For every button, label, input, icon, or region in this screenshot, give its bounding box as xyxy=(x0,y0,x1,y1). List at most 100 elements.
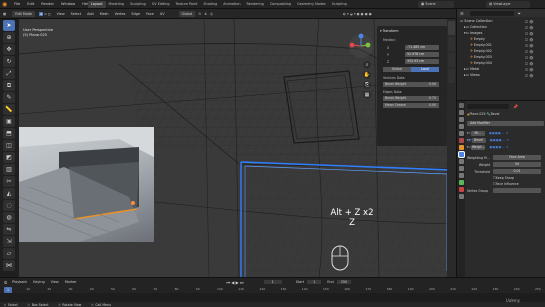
menu-select[interactable]: Select xyxy=(71,12,81,16)
transform-header[interactable]: ▾ Transform xyxy=(380,29,398,33)
menu-keying[interactable]: Keying xyxy=(33,280,44,284)
editor-type-icon[interactable]: ▦ xyxy=(3,12,6,16)
inset-tool-icon[interactable]: ◫ xyxy=(3,140,15,151)
modifier-name-field[interactable]: Mi... xyxy=(470,130,485,136)
object-tab-icon[interactable] xyxy=(458,145,464,150)
zoom-icon[interactable]: ⌕ xyxy=(363,61,371,69)
threshold-field[interactable]: 0.01 xyxy=(493,169,541,174)
modifier-toggle-icons[interactable]: ▣▣▣▣ ⌄ ✕ xyxy=(490,138,509,142)
edge-bevel-weight-field[interactable]: Bevel Weight 0.75 xyxy=(383,96,439,101)
vertex-bevel-weight-field[interactable]: Bevel Weight 0.00 xyxy=(383,82,439,87)
modifier-row[interactable]: ▾ ⧖ Mi... ▣▣▣▣ ⌄ ✕ xyxy=(467,130,544,136)
tab-sculpting[interactable]: Sculpting xyxy=(127,1,149,8)
tab-texture-paint[interactable]: Texture Paint xyxy=(173,1,201,8)
end-field[interactable]: 250 xyxy=(336,280,352,284)
tab-tool[interactable] xyxy=(448,37,455,51)
outliner-type-icon[interactable]: ☰ xyxy=(460,11,464,16)
start-field[interactable]: 1 xyxy=(307,280,322,284)
x-field[interactable]: -71.485 cm xyxy=(405,45,439,50)
vertex-group-field[interactable] xyxy=(493,188,541,193)
texture-tab-icon[interactable] xyxy=(458,194,464,199)
data-tab-icon[interactable] xyxy=(458,180,464,185)
world-tab-icon[interactable] xyxy=(458,138,464,143)
tab-rendering[interactable]: Rendering xyxy=(243,1,266,8)
menu-render[interactable]: Render xyxy=(41,2,54,6)
filter-icon[interactable]: ⏷ xyxy=(518,11,521,16)
add-cube-tool-icon[interactable]: ▣ xyxy=(3,116,15,127)
material-tab-icon[interactable] xyxy=(458,187,464,192)
ortho-toggle-icon[interactable]: ▦ xyxy=(363,91,371,99)
vertex-select-icon[interactable]: ▪ xyxy=(39,11,44,16)
proportional-icon[interactable]: ◎ xyxy=(210,12,213,16)
tab-edit[interactable] xyxy=(448,69,455,83)
snap-icon[interactable]: ⋔ xyxy=(204,12,207,16)
menu-marker[interactable]: Marker xyxy=(65,280,77,284)
transform-tool-icon[interactable]: ⧉ xyxy=(3,80,15,91)
menu-vertex[interactable]: Vertex xyxy=(115,12,126,16)
blender-logo-icon[interactable]: ◉ xyxy=(2,1,7,8)
global-button[interactable]: Global xyxy=(383,67,411,72)
scene-selector[interactable]: ▣ Scene xyxy=(418,1,454,8)
move-tool-icon[interactable]: ✥ xyxy=(3,44,15,55)
orientation-selector[interactable]: Global xyxy=(178,10,196,17)
loopcut-tool-icon[interactable]: ▥ xyxy=(3,164,15,175)
tab-animation[interactable]: Animation xyxy=(220,1,243,8)
tool-tab-icon[interactable] xyxy=(458,103,464,108)
shear-tool-icon[interactable]: ▱ xyxy=(3,248,15,259)
outliner-search-field[interactable] xyxy=(469,10,514,16)
tab-compositing[interactable]: Compositing xyxy=(267,1,294,8)
spin-tool-icon[interactable]: ◌ xyxy=(3,200,15,211)
view-layer-tab-icon[interactable] xyxy=(458,124,464,129)
menu-playback[interactable]: Playback xyxy=(12,280,27,284)
local-button[interactable]: Local xyxy=(411,67,439,72)
edge-select-icon[interactable]: ▫ xyxy=(44,12,46,16)
menu-file[interactable]: File xyxy=(14,2,20,6)
tab-layout[interactable]: Layout xyxy=(88,1,106,8)
modifier-toggle-icons[interactable]: ▣▣▣▣ ⌄ ✕ xyxy=(489,131,508,135)
menu-add[interactable]: Add xyxy=(87,12,94,16)
output-tab-icon[interactable] xyxy=(458,117,464,122)
extrude-tool-icon[interactable]: ⬒ xyxy=(3,128,15,139)
modifier-row[interactable]: ▾ ◩ Bevel ▣▣▣▣ ⌄ ✕ xyxy=(467,137,544,143)
bevel-tool-icon[interactable]: ◩ xyxy=(3,152,15,163)
playback-controls[interactable]: ⏮ ◀ ▶ ⏭ xyxy=(226,280,243,285)
y-field[interactable]: 52.978 cm xyxy=(405,52,439,57)
pan-icon[interactable]: ✋ xyxy=(363,71,371,79)
weighting-mode-select[interactable]: Face Area xyxy=(493,155,541,160)
scale-tool-icon[interactable]: ⤢ xyxy=(3,68,15,79)
select-tool-icon[interactable]: ➤ xyxy=(3,20,15,31)
mean-crease-field[interactable]: Mean Crease 0.00 xyxy=(383,103,439,108)
tab-view[interactable] xyxy=(448,53,455,67)
pivot-icon[interactable]: ⊙ xyxy=(198,12,201,16)
current-frame-field[interactable]: 1 xyxy=(263,280,282,284)
overlay-icons[interactable]: ◐ ▾ ◒ ▾ ● ● ● ● xyxy=(343,12,372,16)
tab-uv-editing[interactable]: UV Editing xyxy=(149,1,173,8)
mode-selector[interactable]: Edit Mode xyxy=(12,10,36,17)
knife-tool-icon[interactable]: ✂ xyxy=(3,176,15,187)
physics-tab-icon[interactable] xyxy=(458,166,464,171)
polybuild-tool-icon[interactable]: ◭ xyxy=(3,188,15,199)
modifier-tab-icon[interactable] xyxy=(457,151,465,158)
menu-view[interactable]: View xyxy=(57,12,65,16)
menu-window[interactable]: Window xyxy=(61,2,75,6)
timeline-editor-icon[interactable]: ⏲ xyxy=(4,280,7,285)
modifier-row[interactable]: ▾ ⊿ Weigh... ▣▣▣▣ ⌄ ✕ xyxy=(467,144,544,150)
measure-tool-icon[interactable]: 📏 xyxy=(3,104,15,115)
edge-slide-tool-icon[interactable]: ⇋ xyxy=(3,224,15,235)
scene-tab-icon[interactable] xyxy=(458,131,464,136)
face-select-icon[interactable]: ◻ xyxy=(48,12,51,16)
pin-icon[interactable]: 📌 xyxy=(513,104,518,109)
constraints-tab-icon[interactable] xyxy=(458,173,464,178)
rip-tool-icon[interactable]: ⋈ xyxy=(3,260,15,271)
smooth-tool-icon[interactable]: ◍ xyxy=(3,212,15,223)
menu-edit[interactable]: Edit xyxy=(27,2,34,6)
tab-item[interactable] xyxy=(448,21,455,35)
particles-tab-icon[interactable] xyxy=(458,159,464,164)
modifier-name-field[interactable]: Bevel xyxy=(471,137,486,143)
modifier-name-field[interactable]: Weigh... xyxy=(471,144,486,150)
z-field[interactable]: 353.93 cm xyxy=(405,59,439,64)
menu-uv[interactable]: UV xyxy=(160,12,165,16)
cursor-tool-icon[interactable]: ⊕ xyxy=(3,32,15,43)
search-field[interactable] xyxy=(467,104,509,109)
tab-shading[interactable]: Shading xyxy=(200,1,220,8)
